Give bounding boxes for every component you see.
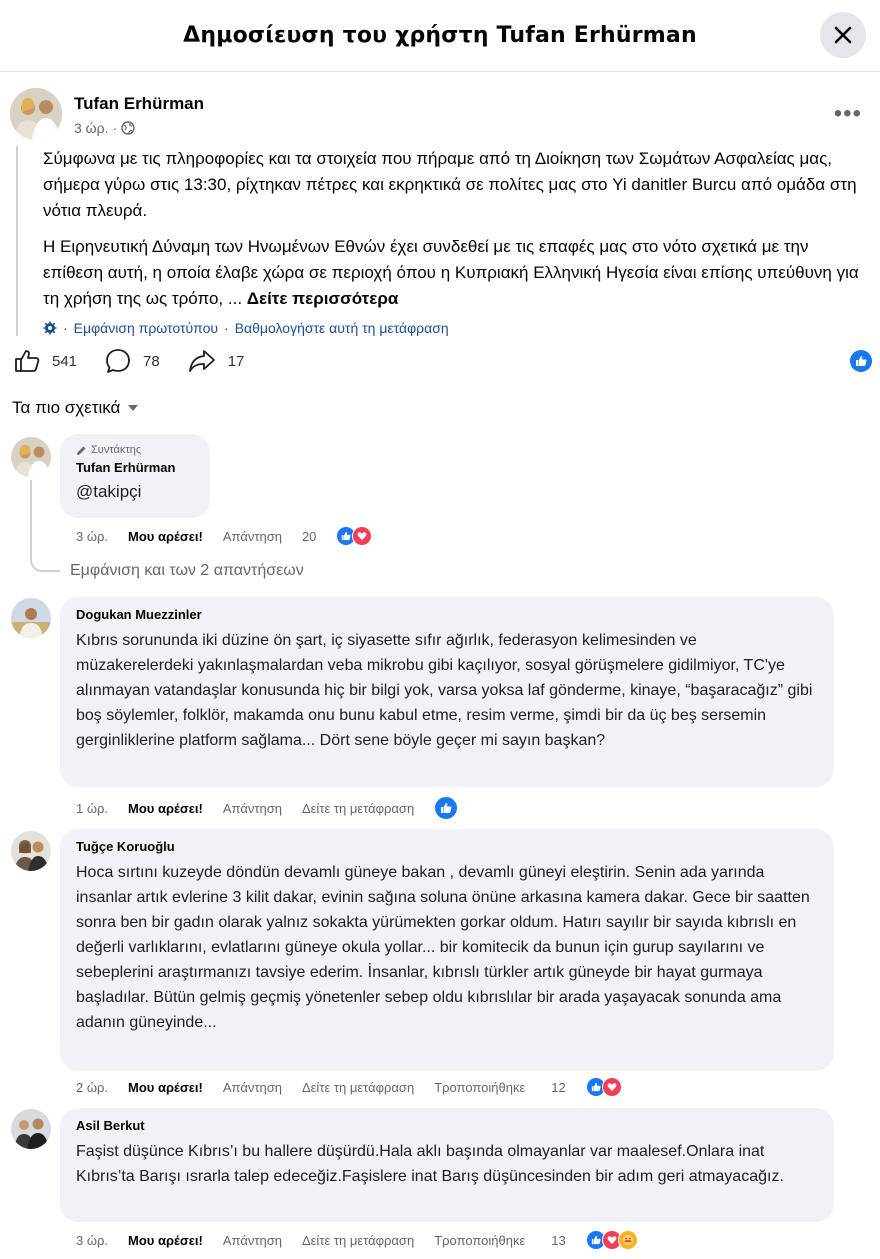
thumbs-up-icon bbox=[15, 350, 40, 372]
comment-reactions[interactable] bbox=[434, 796, 459, 820]
comment-bubble: Tuğçe Koruoğlu Hoca sırtını kuzeyde dönd… bbox=[60, 829, 834, 1071]
comment-avatar[interactable] bbox=[11, 831, 51, 871]
share-count: 17 bbox=[227, 352, 245, 370]
comment-author[interactable]: Dogukan Muezzinler bbox=[76, 607, 818, 622]
post-paragraph-1: Σύμφωνα με τις πληροφορίες και τα στοιχε… bbox=[43, 149, 857, 220]
comment-time[interactable]: 1 ώρ. bbox=[76, 801, 108, 816]
see-translation-link[interactable]: Δείτε τη μετάφραση bbox=[302, 1233, 414, 1248]
thread-line bbox=[30, 480, 60, 572]
reaction-count: 12 bbox=[551, 1079, 566, 1095]
comment-author[interactable]: Asil Berkut bbox=[76, 1118, 818, 1133]
meta-separator: · bbox=[112, 120, 118, 136]
see-translation-link[interactable]: Δείτε τη μετάφραση bbox=[302, 801, 414, 816]
comment-reactions[interactable]: 13 bbox=[551, 1230, 638, 1250]
comment-time[interactable]: 3 ώρ. bbox=[76, 529, 108, 544]
more-options-icon[interactable]: ••• bbox=[834, 100, 862, 128]
like-action[interactable]: 541 bbox=[14, 349, 77, 373]
edited-label: Τροποποιήθηκε bbox=[434, 1079, 526, 1095]
comment-like-button[interactable]: Μου αρέσει! bbox=[128, 801, 203, 816]
caret-down-icon bbox=[128, 405, 139, 411]
see-more-link[interactable]: Δείτε περισσότερα bbox=[247, 289, 399, 308]
comment-action[interactable]: 78 bbox=[105, 348, 160, 374]
post-author-avatar[interactable] bbox=[10, 88, 62, 140]
comment-reply-button[interactable]: Απάντηση bbox=[223, 1233, 282, 1248]
comment-time[interactable]: 3 ώρ. bbox=[76, 1233, 108, 1248]
comment-like-button[interactable]: Μου αρέσει! bbox=[128, 1233, 203, 1248]
comment-avatar[interactable] bbox=[11, 437, 51, 477]
translation-row: · Εμφάνιση πρωτοτύπου · Βαθμολογήστε αυτ… bbox=[43, 320, 868, 336]
post-paragraph-2-text: Η Ειρηνευτική Δύναμη των Ηνωμένων Εθνών … bbox=[43, 237, 859, 308]
see-translation-link[interactable]: Δείτε τη μετάφραση bbox=[302, 1080, 414, 1095]
globe-icon bbox=[121, 121, 135, 135]
comment-reactions[interactable]: 12 bbox=[551, 1077, 622, 1097]
like-count: 541 bbox=[52, 352, 78, 370]
comment-reply-button[interactable]: Απάντηση bbox=[223, 801, 282, 816]
comment-like-button[interactable]: Μου αρέσει! bbox=[128, 1080, 203, 1095]
post-body: Σύμφωνα με τις πληροφορίες και τα στοιχε… bbox=[16, 146, 868, 336]
heart-reaction-icon bbox=[352, 526, 373, 546]
comment-text[interactable]: @takipçi bbox=[76, 479, 194, 504]
comment-meta: 2 ώρ. Μου αρέσει! Απάντηση Δείτε τη μετά… bbox=[76, 1077, 622, 1097]
comment-meta: 3 ώρ. Μου αρέσει! Απάντηση Δείτε τη μετά… bbox=[76, 1230, 638, 1250]
show-original-link[interactable]: Εμφάνιση πρωτοτύπου bbox=[74, 320, 218, 336]
dialog-title: Δημοσίευση του χρήστη Tufan Erhürman bbox=[183, 23, 697, 48]
comment-meta: 3 ώρ. Μου αρέσει! Απάντηση 20 bbox=[76, 526, 373, 546]
reaction-count: 20 bbox=[301, 528, 317, 544]
rate-translation-link[interactable]: Βαθμολογήστε αυτή τη μετάφραση bbox=[235, 320, 449, 336]
like-reaction-icon[interactable] bbox=[850, 350, 872, 372]
close-button[interactable] bbox=[820, 12, 866, 58]
comment-text[interactable]: Faşist düşünce Kıbrıs’ı bu hallere düşür… bbox=[76, 1139, 818, 1189]
comment-reply-button[interactable]: Απάντηση bbox=[223, 529, 282, 544]
post-meta: 3 ώρ. · bbox=[74, 120, 204, 136]
sort-label: Τα πιο σχετικά bbox=[12, 398, 121, 417]
dialog-header: Δημοσίευση του χρήστη Tufan Erhürman bbox=[0, 0, 880, 72]
author-badge: Συντάκτης bbox=[76, 444, 194, 456]
comment-author[interactable]: Tuğçe Koruoğlu bbox=[76, 839, 818, 854]
comment-like-button[interactable]: Μου αρέσει! bbox=[128, 529, 203, 544]
reaction-count: 13 bbox=[551, 1232, 566, 1248]
pencil-icon bbox=[77, 446, 86, 455]
comment-text[interactable]: Kıbrıs sorununda iki düzine ön şart, iç … bbox=[76, 628, 818, 753]
comment-meta: 1 ώρ. Μου αρέσει! Απάντηση Δείτε τη μετά… bbox=[76, 796, 459, 820]
share-icon bbox=[188, 350, 215, 372]
like-reaction-icon bbox=[434, 796, 459, 820]
post-header: Tufan Erhürman 3 ώρ. · bbox=[10, 88, 204, 140]
care-reaction-icon bbox=[617, 1230, 638, 1250]
post-time[interactable]: 3 ώρ. bbox=[74, 120, 108, 136]
comment-avatar[interactable] bbox=[11, 598, 51, 638]
gear-icon bbox=[43, 321, 57, 335]
post-author-name[interactable]: Tufan Erhürman bbox=[74, 94, 204, 114]
comment-text[interactable]: Hoca sırtını kuzeyde döndün devamlı güne… bbox=[76, 860, 818, 1035]
comment-time[interactable]: 2 ώρ. bbox=[76, 1080, 108, 1095]
post-paragraph-2: Η Ειρηνευτική Δύναμη των Ηνωμένων Εθνών … bbox=[43, 234, 868, 312]
comment-avatar[interactable] bbox=[11, 1109, 51, 1149]
comment-reply-button[interactable]: Απάντηση bbox=[223, 1080, 282, 1095]
comment-count: 78 bbox=[143, 352, 160, 370]
post-actions-bar: 541 78 17 bbox=[14, 344, 872, 378]
comment-bubble: Συντάκτης Tufan Erhürman @takipçi bbox=[60, 434, 210, 518]
comment-icon bbox=[106, 349, 130, 373]
comment-author[interactable]: Tufan Erhürman bbox=[76, 460, 194, 475]
view-replies-link[interactable]: Εμφάνιση και των 2 απαντήσεων bbox=[70, 562, 304, 580]
comment-sort-dropdown[interactable]: Τα πιο σχετικά bbox=[12, 398, 139, 418]
comment-reactions[interactable]: 20 bbox=[301, 526, 373, 546]
edited-label: Τροποποιήθηκε bbox=[434, 1232, 526, 1248]
comment-bubble: Dogukan Muezzinler Kıbrıs sorununda iki … bbox=[60, 597, 834, 787]
heart-reaction-icon bbox=[601, 1077, 622, 1097]
share-action[interactable]: 17 bbox=[188, 349, 245, 373]
comment-bubble: Asil Berkut Faşist düşünce Kıbrıs’ı bu h… bbox=[60, 1108, 834, 1222]
close-icon bbox=[834, 26, 852, 44]
